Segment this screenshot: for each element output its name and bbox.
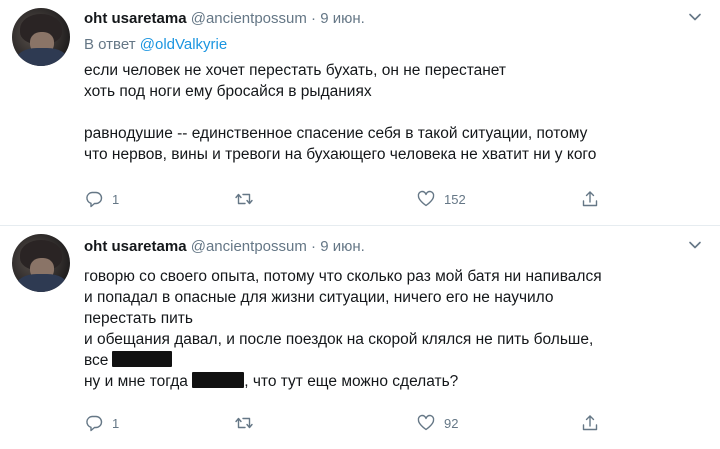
tweet[interactable]: oht usaretama @ancientpossum · 9 июн. го… (0, 226, 720, 449)
tweet-text-line: что нервов, вины и тревоги на бухающего … (84, 146, 597, 163)
redaction-block (192, 372, 245, 388)
tweet-date[interactable]: 9 июн. (320, 10, 365, 27)
share-button[interactable] (580, 188, 600, 210)
tweet-text-line: все (84, 350, 602, 371)
separator-dot: · (311, 10, 317, 27)
share-icon (582, 191, 598, 207)
like-count: 152 (444, 191, 466, 207)
reply-count: 1 (112, 191, 120, 207)
tweet-actions: 1 92 (84, 412, 624, 434)
retweet-icon (235, 417, 253, 429)
display-name[interactable]: oht usaretama (84, 238, 187, 255)
reply-button[interactable]: 1 (84, 188, 119, 210)
chevron-down-icon[interactable] (688, 238, 702, 252)
tweet-text-line: и попадал в опасные для жизни ситуации, … (84, 289, 554, 306)
separator-dot: · (311, 238, 317, 255)
retweet-icon (235, 193, 253, 205)
tweet-text-line: перестать пить (84, 310, 193, 327)
tweet-text-line: и обещания давал, и после поездок на ско… (84, 331, 594, 348)
reply-count: 1 (112, 415, 120, 431)
user-handle[interactable]: @ancientpossum (191, 238, 307, 255)
retweet-button[interactable] (234, 412, 262, 434)
tweet-text-line: равнодушие -- единственное спасение себя… (84, 125, 588, 142)
retweet-button[interactable] (234, 188, 262, 210)
avatar[interactable] (12, 234, 70, 292)
user-handle[interactable]: @ancientpossum (191, 10, 307, 27)
tweet-text-line: говорю со своего опыта, потому что сколь… (84, 268, 602, 285)
heart-icon (417, 190, 435, 207)
tweet-text-fragment: , что тут еще можно сделать? (244, 373, 459, 390)
like-count: 92 (444, 415, 459, 431)
tweet-text-line: если человек не хочет перестать бухать, … (84, 62, 507, 79)
reply-icon (86, 191, 103, 208)
tweet-text-line: ну и мне тогда , что тут еще можно сдела… (84, 371, 602, 392)
tweet[interactable]: oht usaretama @ancientpossum · 9 июн. В … (0, 0, 720, 226)
display-name[interactable]: oht usaretama (84, 10, 187, 27)
avatar[interactable] (12, 8, 70, 66)
chevron-down-icon[interactable] (688, 10, 702, 24)
tweet-header: oht usaretama @ancientpossum · 9 июн. (84, 10, 365, 27)
reply-icon (86, 415, 103, 432)
reply-prefix: В ответ (84, 36, 136, 53)
like-button[interactable]: 152 (416, 188, 466, 210)
heart-icon (417, 414, 435, 431)
tweet-text-line: хоть под ноги ему бросайся в рыданиях (84, 83, 372, 100)
tweet-text: говорю со своего опыта, потому что сколь… (84, 266, 602, 392)
tweet-text: если человек не хочет перестать бухать, … (84, 60, 596, 165)
tweet-text-fragment: ну и мне тогда (84, 373, 188, 390)
tweet-date[interactable]: 9 июн. (320, 238, 365, 255)
reply-button[interactable]: 1 (84, 412, 119, 434)
reply-mention-link[interactable]: @oldValkyrie (140, 36, 227, 53)
tweet-header: oht usaretama @ancientpossum · 9 июн. (84, 238, 365, 255)
reply-context: В ответ @oldValkyrie (84, 36, 227, 53)
like-button[interactable]: 92 (416, 412, 458, 434)
share-button[interactable] (580, 412, 600, 434)
tweet-actions: 1 152 (84, 188, 624, 210)
tweet-text-fragment: все (84, 352, 109, 369)
redaction-block (112, 351, 173, 367)
share-icon (582, 415, 598, 431)
